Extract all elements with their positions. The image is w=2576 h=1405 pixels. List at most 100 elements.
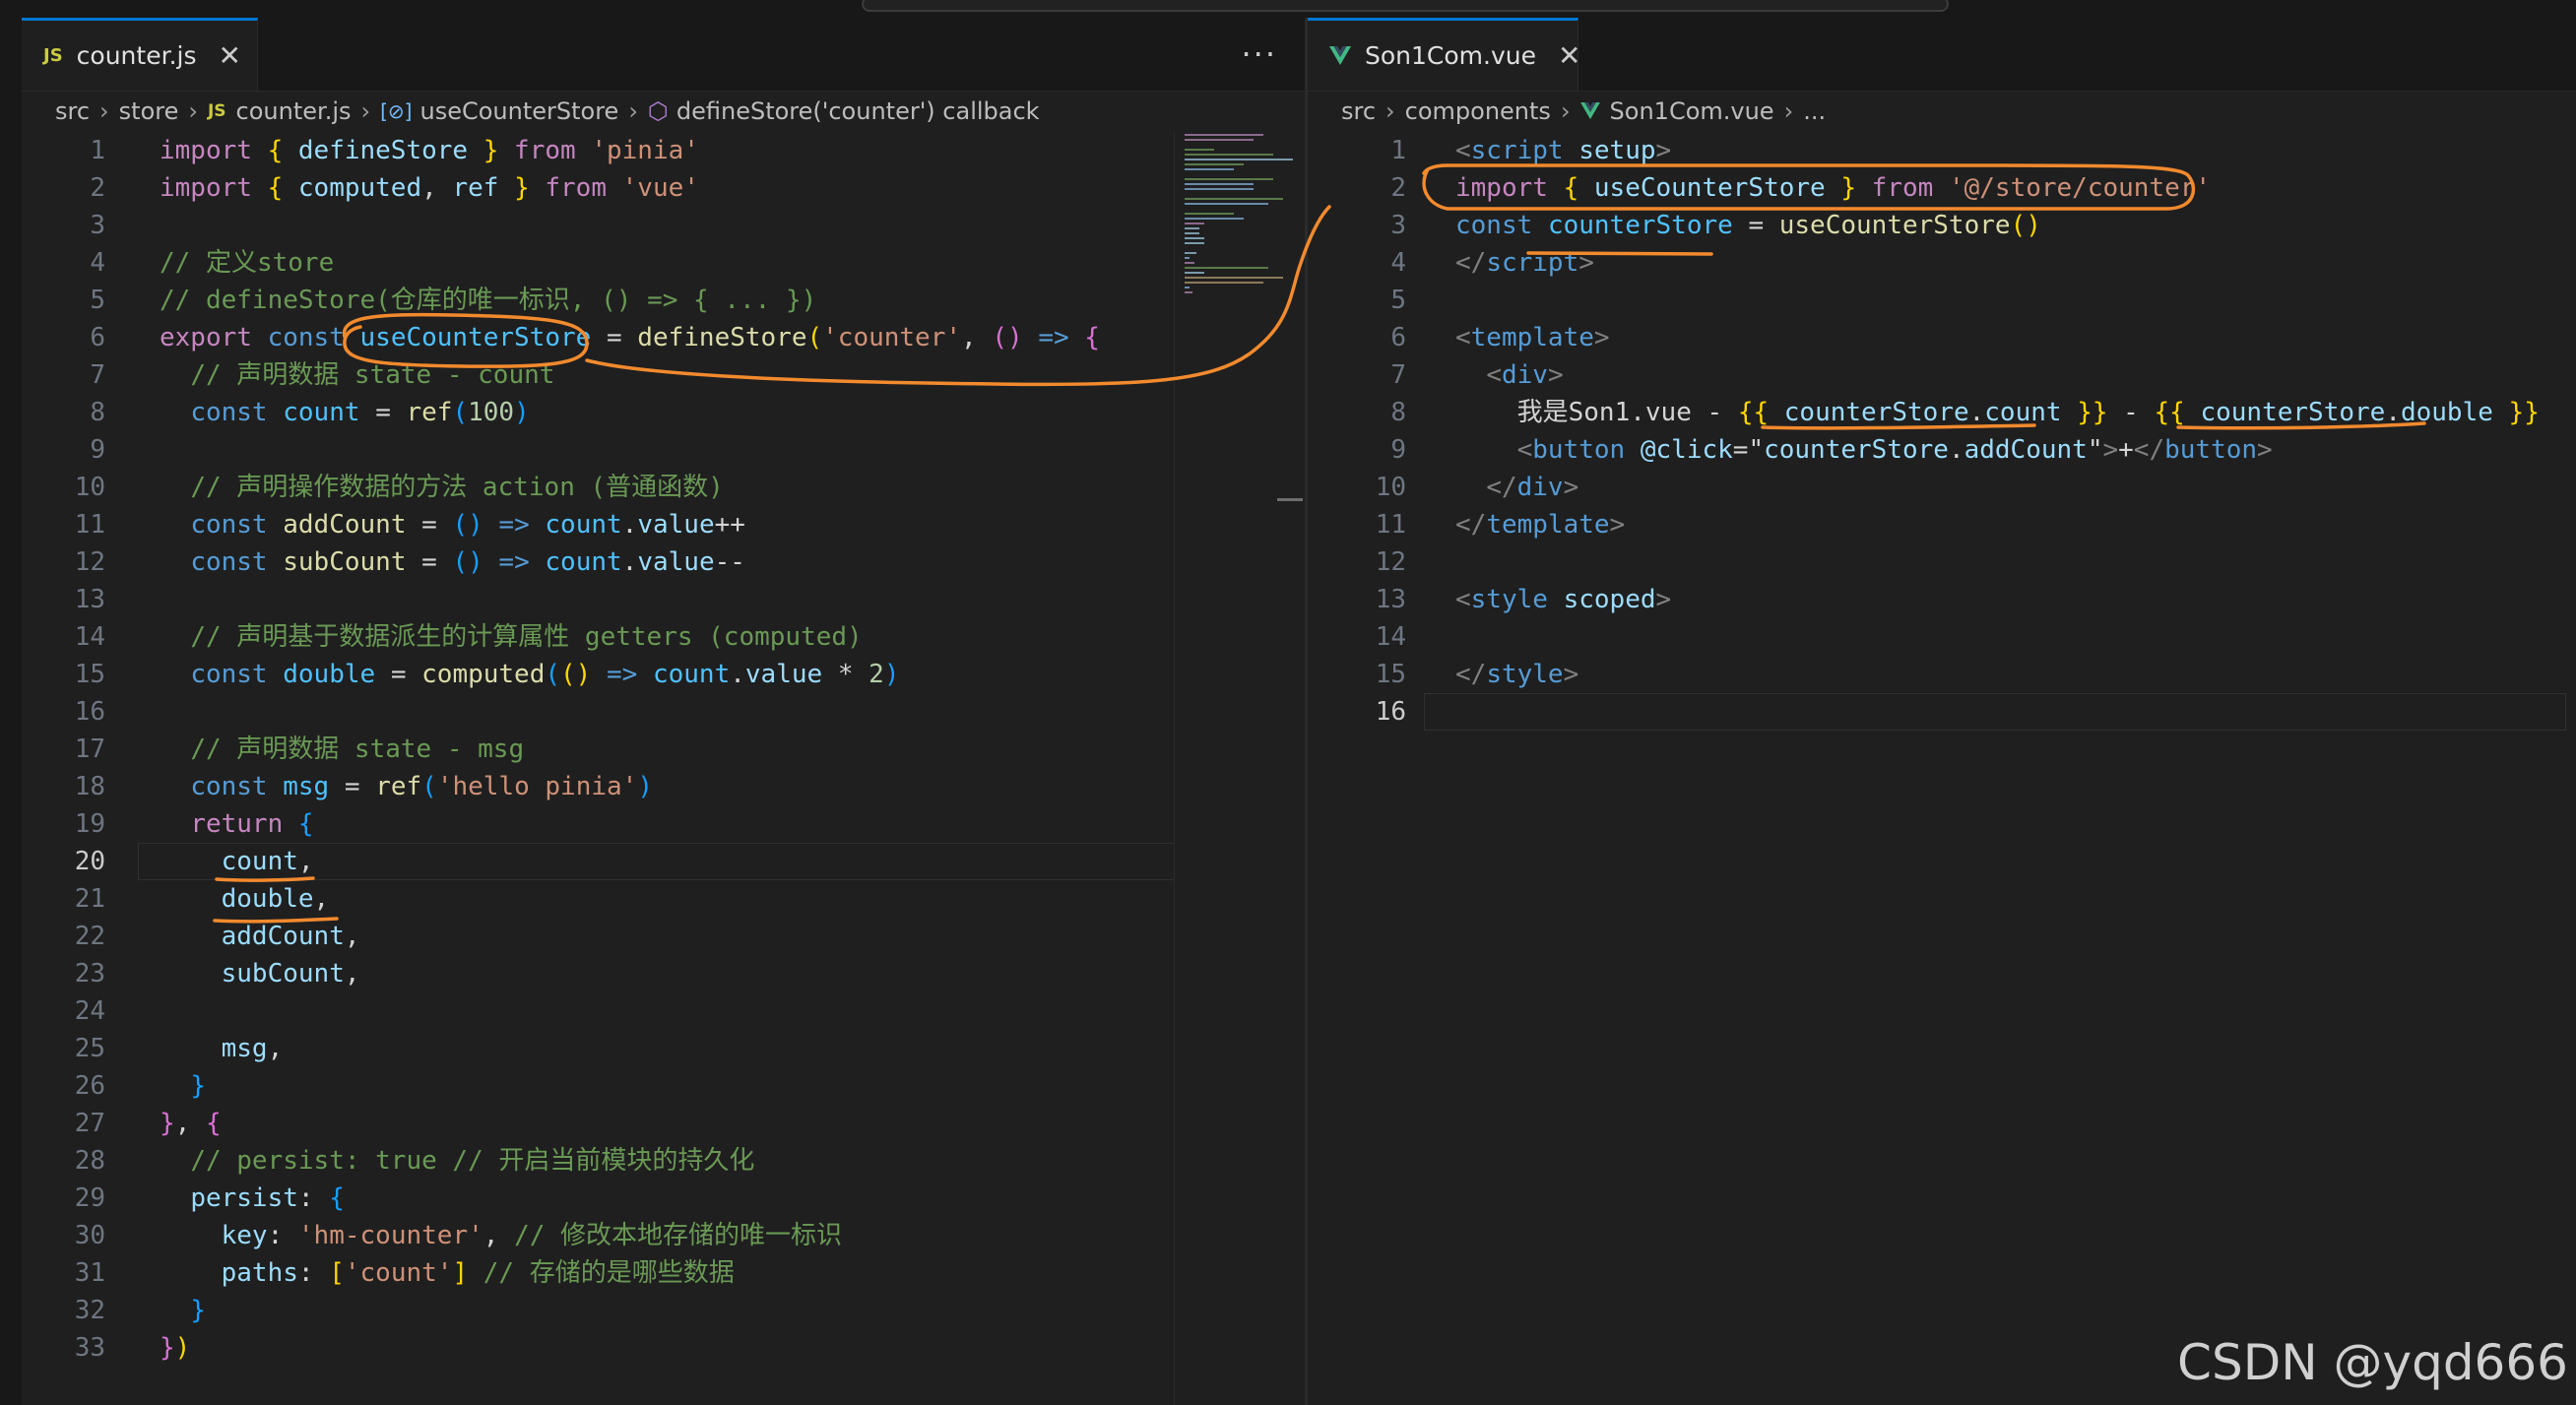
code-line[interactable]: 7 // 声明数据 state - count [22, 356, 1305, 394]
line-number: 3 [90, 211, 105, 240]
code-line[interactable]: 10 </div> [1308, 469, 2576, 506]
line-number: 28 [74, 1146, 105, 1176]
tab-son1com-vue[interactable]: Son1Com.vue ✕ [1308, 18, 1580, 91]
code-line[interactable]: 11 </template> [1308, 506, 2576, 543]
breadcrumb-item-file[interactable]: Son1Com.vue [1610, 97, 1774, 125]
code-text: </style> [1455, 660, 1579, 689]
code-line[interactable]: 11 const addCount = () => count.value++ [22, 506, 1305, 543]
code-line[interactable]: 9 <button @click="counterStore.addCount"… [1308, 431, 2576, 469]
code-text: count, [221, 847, 314, 876]
minimap[interactable] [1174, 132, 1306, 1405]
breadcrumb-item-symbol[interactable]: useCounterStore [419, 97, 618, 125]
variable-symbol-icon: [⊘] [380, 99, 413, 123]
title-bar [0, 0, 2576, 18]
tab-label: counter.js [76, 41, 197, 70]
line-number: 31 [74, 1258, 105, 1288]
line-number: 19 [74, 809, 105, 839]
code-line[interactable]: 18 const msg = ref('hello pinia') [22, 768, 1305, 805]
code-line[interactable]: 4 // 定义store [22, 244, 1305, 282]
code-line[interactable]: 1 <script setup> [1308, 132, 2576, 169]
code-line[interactable]: 16 [1308, 693, 2576, 731]
code-text: <script setup> [1455, 136, 1672, 165]
code-line[interactable]: 2 import { computed, ref } from 'vue' [22, 169, 1305, 207]
code-line[interactable]: 14 [1308, 618, 2576, 656]
code-line[interactable]: 20 count, [22, 843, 1305, 880]
line-number: 15 [74, 660, 105, 689]
code-line[interactable]: 7 <div> [1308, 356, 2576, 394]
close-icon[interactable]: ✕ [219, 41, 241, 70]
chevron-right-icon: › [360, 97, 371, 125]
line-number: 30 [74, 1221, 105, 1250]
code-line[interactable]: 25 msg, [22, 1030, 1305, 1067]
code-line[interactable]: 31 paths: ['count'] // 存储的是哪些数据 [22, 1254, 1305, 1292]
code-line[interactable]: 10 // 声明操作数据的方法 action (普通函数) [22, 469, 1305, 506]
code-line[interactable]: 27}, { [22, 1105, 1305, 1142]
code-line[interactable]: 1 import { defineStore } from 'pinia' [22, 132, 1305, 169]
js-file-icon: JS [207, 101, 226, 121]
code-line[interactable]: 9 [22, 431, 1305, 469]
code-line[interactable]: 6 <template> [1308, 319, 2576, 356]
tab-counter-js[interactable]: JS counter.js ✕ [22, 18, 258, 91]
code-line[interactable]: 5 // defineStore(仓库的唯一标识, () => { ... }) [22, 282, 1305, 319]
code-line[interactable]: 19 return { [22, 805, 1305, 843]
breadcrumb-item-callback[interactable]: defineStore('counter') callback [676, 97, 1040, 125]
code-line[interactable]: 3 const counterStore = useCounterStore() [1308, 207, 2576, 244]
scrollbar-thumb[interactable] [1277, 498, 1303, 501]
code-line[interactable]: 22 addCount, [22, 918, 1305, 955]
code-line[interactable]: 28 // persist: true // 开启当前模块的持久化 [22, 1142, 1305, 1180]
code-line[interactable]: 29 persist: { [22, 1180, 1305, 1217]
command-center[interactable] [862, 0, 1949, 12]
code-line[interactable]: 4 </script> [1308, 244, 2576, 282]
line-number: 10 [1375, 473, 1406, 502]
code-line[interactable]: 32 } [22, 1292, 1305, 1329]
code-text: 我是Son1.vue - {{ counterStore.count }} - … [1516, 398, 2540, 427]
code-line[interactable]: 5 [1308, 282, 2576, 319]
method-cube-icon: ⬡ [647, 97, 669, 125]
code-line[interactable]: 8 const count = ref(100) [22, 394, 1305, 431]
breadcrumb: src › components › Son1Com.vue › ... [1308, 91, 2576, 132]
code-editor-left[interactable]: 1 import { defineStore } from 'pinia' 2 imp… [22, 132, 1305, 1405]
code-line[interactable]: 26 } [22, 1067, 1305, 1105]
breadcrumb-item-file[interactable]: counter.js [236, 97, 352, 125]
code-text: // 声明基于数据派生的计算属性 getters (computed) [190, 622, 863, 652]
line-number: 12 [74, 547, 105, 577]
more-actions-icon[interactable]: ··· [1241, 35, 1277, 73]
code-line[interactable]: 15 const double = computed(() => count.v… [22, 656, 1305, 693]
code-line[interactable]: 21 double, [22, 880, 1305, 918]
code-text: addCount, [221, 922, 360, 951]
breadcrumb-item-src[interactable]: src [1341, 97, 1376, 125]
code-text: const addCount = () => count.value++ [190, 510, 745, 540]
breadcrumb-item-store[interactable]: store [119, 97, 179, 125]
code-line[interactable]: 15 </style> [1308, 656, 2576, 693]
code-line[interactable]: 16 [22, 693, 1305, 731]
code-text: <style scoped> [1455, 585, 1672, 614]
code-line[interactable]: 12 const subCount = () => count.value-- [22, 543, 1305, 581]
code-line[interactable]: 24 [22, 992, 1305, 1030]
code-line[interactable]: 17 // 声明数据 state - msg [22, 731, 1305, 768]
line-number: 5 [90, 286, 105, 315]
code-line[interactable]: 8 我是Son1.vue - {{ counterStore.count }} … [1308, 394, 2576, 431]
code-text: msg, [221, 1034, 284, 1063]
code-line[interactable]: 30 key: 'hm-counter', // 修改本地存储的唯一标识 [22, 1217, 1305, 1254]
code-text: const subCount = () => count.value-- [190, 547, 745, 577]
code-editor-right[interactable]: 1 <script setup> 2 import { useCounterStore… [1308, 132, 2576, 1405]
breadcrumb-item-src[interactable]: src [55, 97, 90, 125]
code-line[interactable]: 13 <style scoped> [1308, 581, 2576, 618]
code-line[interactable]: 13 [22, 581, 1305, 618]
code-line[interactable]: 3 [22, 207, 1305, 244]
line-number: 4 [90, 248, 105, 278]
breadcrumb: src › store › JS counter.js › [⊘] useCou… [22, 91, 1305, 132]
tab-bar: Son1Com.vue ✕ [1308, 18, 2576, 92]
line-number: 5 [1390, 286, 1406, 315]
code-line[interactable]: 33}) [22, 1329, 1305, 1367]
code-line[interactable]: 23 subCount, [22, 955, 1305, 992]
breadcrumb-item-components[interactable]: components [1405, 97, 1551, 125]
code-text: paths: ['count'] // 存储的是哪些数据 [221, 1258, 735, 1288]
code-line[interactable]: 6 export const useCounterStore = defineSt… [22, 319, 1305, 356]
line-number: 20 [74, 847, 105, 876]
code-line[interactable]: 14 // 声明基于数据派生的计算属性 getters (computed) [22, 618, 1305, 656]
code-line[interactable]: 2 import { useCounterStore } from '@/stor… [1308, 169, 2576, 207]
close-icon[interactable]: ✕ [1558, 41, 1580, 70]
code-line[interactable]: 12 [1308, 543, 2576, 581]
breadcrumb-item-more[interactable]: ... [1803, 97, 1826, 125]
